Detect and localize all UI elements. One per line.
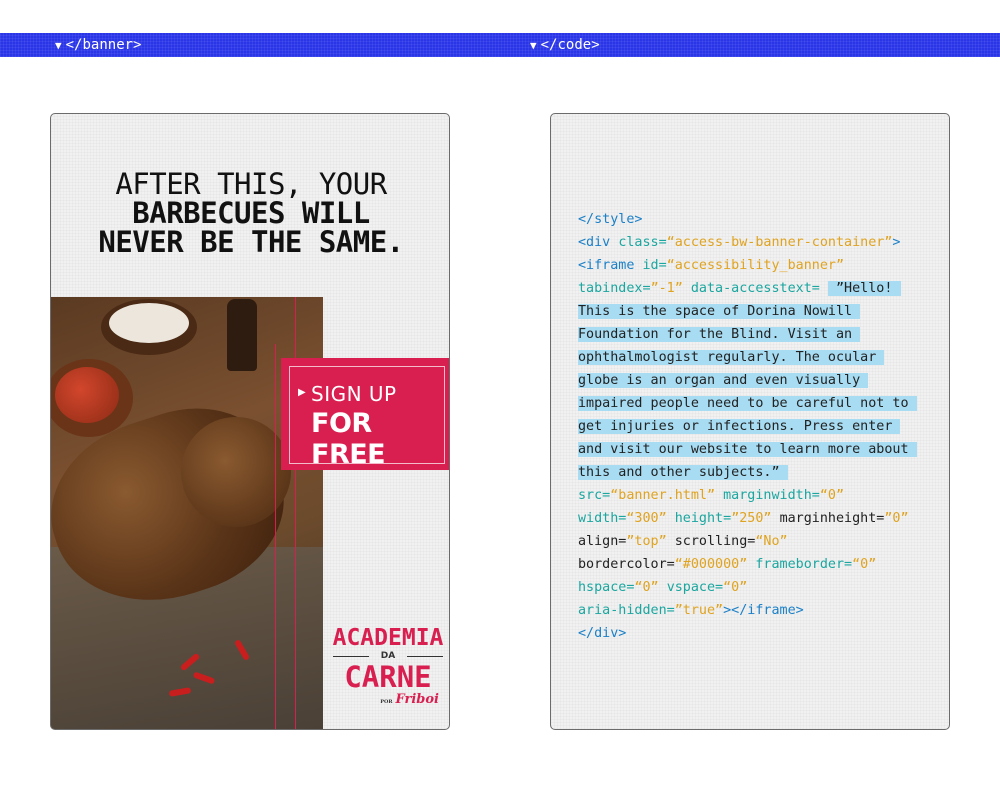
code-token: ”250”	[731, 511, 780, 526]
code-token: impaired people need to be careful not t…	[578, 396, 917, 411]
code-token: This is the space of Dorina Nowill	[578, 304, 861, 319]
code-token: “accessibility_banner”	[666, 258, 845, 273]
sign-up-button[interactable]: ▶ SIGN UP FOR FREE	[281, 358, 449, 470]
code-line: bordercolor=“#000000” frameborder=“0”	[578, 553, 917, 576]
code-line: and visit our website to learn more abou…	[578, 438, 917, 461]
top-bar: ▼ </banner> ▼ </code>	[0, 33, 1000, 57]
headline-line-1: AFTER THIS, YOUR	[115, 167, 387, 201]
code-token: marginwidth=	[723, 488, 820, 503]
banner-tab-label: </banner>	[65, 37, 142, 53]
banner-tab[interactable]: ▼ </banner>	[55, 33, 141, 57]
code-line: get injuries or infections. Press enter	[578, 415, 917, 438]
triangle-down-icon: ▼	[530, 39, 537, 52]
headline: AFTER THIS, YOUR BARBECUES WILL NEVER BE…	[51, 167, 449, 259]
code-line: Foundation for the Blind. Visit an	[578, 323, 917, 346]
code-token: ”top”	[626, 534, 675, 549]
code-token: ”true”	[674, 603, 724, 618]
brand-academia: ACADEMIA	[332, 625, 444, 651]
code-token: “0”	[723, 580, 748, 595]
code-token: ”-1”	[650, 281, 691, 296]
code-token: align=	[578, 534, 627, 549]
code-token: tabindex=	[578, 281, 651, 296]
code-token: aria-hidden=	[578, 603, 675, 618]
code-token: “banner.html”	[610, 488, 724, 503]
triangle-down-icon: ▼	[55, 39, 62, 52]
arrow-right-icon: ▶	[298, 387, 307, 398]
code-token: ”Hello!	[827, 281, 901, 296]
code-line: impaired people need to be careful not t…	[578, 392, 917, 415]
code-token: “No”	[755, 534, 788, 549]
code-token: src=	[578, 488, 611, 503]
code-token: “0”	[819, 488, 845, 503]
code-line: <div class=“access-bw-banner-container”>	[578, 231, 917, 254]
code-line: aria-hidden=”true”></iframe>	[578, 599, 917, 622]
code-line: src=“banner.html” marginwidth=“0”	[578, 484, 917, 507]
code-line: globe is an organ and even visually	[578, 369, 917, 392]
code-token: scrolling=	[674, 534, 756, 549]
code-token: hspace=	[578, 580, 635, 595]
salsa	[55, 367, 119, 423]
code-token: data-accesstext=	[690, 281, 828, 296]
code-token: ></iframe>	[723, 603, 804, 618]
code-block: </style> <div class=“access-bw-banner-con…	[578, 208, 917, 645]
code-line: </style>	[578, 208, 917, 231]
headline-line-2: BARBECUES WILL	[132, 196, 370, 230]
for-free-text: FOR FREE	[311, 408, 386, 470]
code-token: </div>	[578, 626, 627, 641]
code-line: hspace=“0” vspace=“0”	[578, 576, 917, 599]
sign-up-text: SIGN UP	[311, 382, 397, 406]
code-token: bordercolor=	[578, 557, 675, 572]
code-token: “access-bw-banner-container”	[666, 235, 893, 250]
code-token: get injuries or infections. Press enter	[578, 419, 901, 434]
code-line: This is the space of Dorina Nowill	[578, 300, 917, 323]
brand-carne: CARNE	[344, 660, 432, 694]
code-token: vspace=	[666, 580, 724, 595]
code-token: </style>	[578, 212, 643, 227]
code-token: id=	[642, 258, 667, 273]
code-tab[interactable]: ▼ </code>	[530, 33, 600, 57]
brand-friboi-text: Friboi	[395, 692, 440, 707]
banner-panel: AFTER THIS, YOUR BARBECUES WILL NEVER BE…	[50, 113, 450, 730]
code-token: height=	[674, 511, 732, 526]
brand-logo: ACADEMIA DA CARNE POR Friboi	[329, 626, 447, 707]
code-token: marginheight=	[779, 511, 885, 526]
code-token: class=	[618, 235, 667, 250]
rice	[109, 303, 189, 343]
sign-up-line-1: ▶ SIGN UP	[298, 382, 397, 406]
brand-friboi: POR Friboi	[329, 692, 447, 707]
code-tab-label: </code>	[540, 37, 600, 53]
code-token: “0”	[852, 557, 877, 572]
code-token: <iframe	[578, 258, 643, 273]
code-line: width=“300” height=”250” marginheight=”0…	[578, 507, 917, 530]
code-line: tabindex=”-1” data-accesstext= ”Hello!	[578, 277, 917, 300]
code-token: this and other subjects.”	[578, 465, 788, 480]
code-token: frameborder=	[755, 557, 853, 572]
code-token: width=	[578, 511, 627, 526]
code-token: Foundation for the Blind. Visit an	[578, 327, 861, 342]
code-panel: </style> <div class=“access-bw-banner-con…	[550, 113, 950, 730]
code-line: <iframe id=“accessibility_banner”	[578, 254, 917, 277]
code-line: this and other subjects.”	[578, 461, 917, 484]
code-line: align=”top” scrolling=“No”	[578, 530, 917, 553]
code-line: ophthalmologist regularly. The ocular	[578, 346, 917, 369]
code-token: and visit our website to learn more abou…	[578, 442, 917, 457]
code-token: <div	[578, 235, 619, 250]
brand-por: POR	[380, 699, 393, 705]
code-token: globe is an organ and even visually	[578, 373, 869, 388]
code-token: ”0”	[884, 511, 909, 526]
code-token: ophthalmologist regularly. The ocular	[578, 350, 885, 365]
brand-da: DA	[329, 650, 447, 662]
code-token: “300”	[626, 511, 675, 526]
code-token: “0”	[634, 580, 667, 595]
code-line: </div>	[578, 622, 917, 645]
code-token: >	[892, 235, 901, 250]
pepper-grinder	[227, 299, 257, 371]
accent-line	[275, 344, 276, 729]
code-token: “#000000”	[674, 557, 756, 572]
headline-line-3: NEVER BE THE SAME.	[98, 225, 404, 259]
